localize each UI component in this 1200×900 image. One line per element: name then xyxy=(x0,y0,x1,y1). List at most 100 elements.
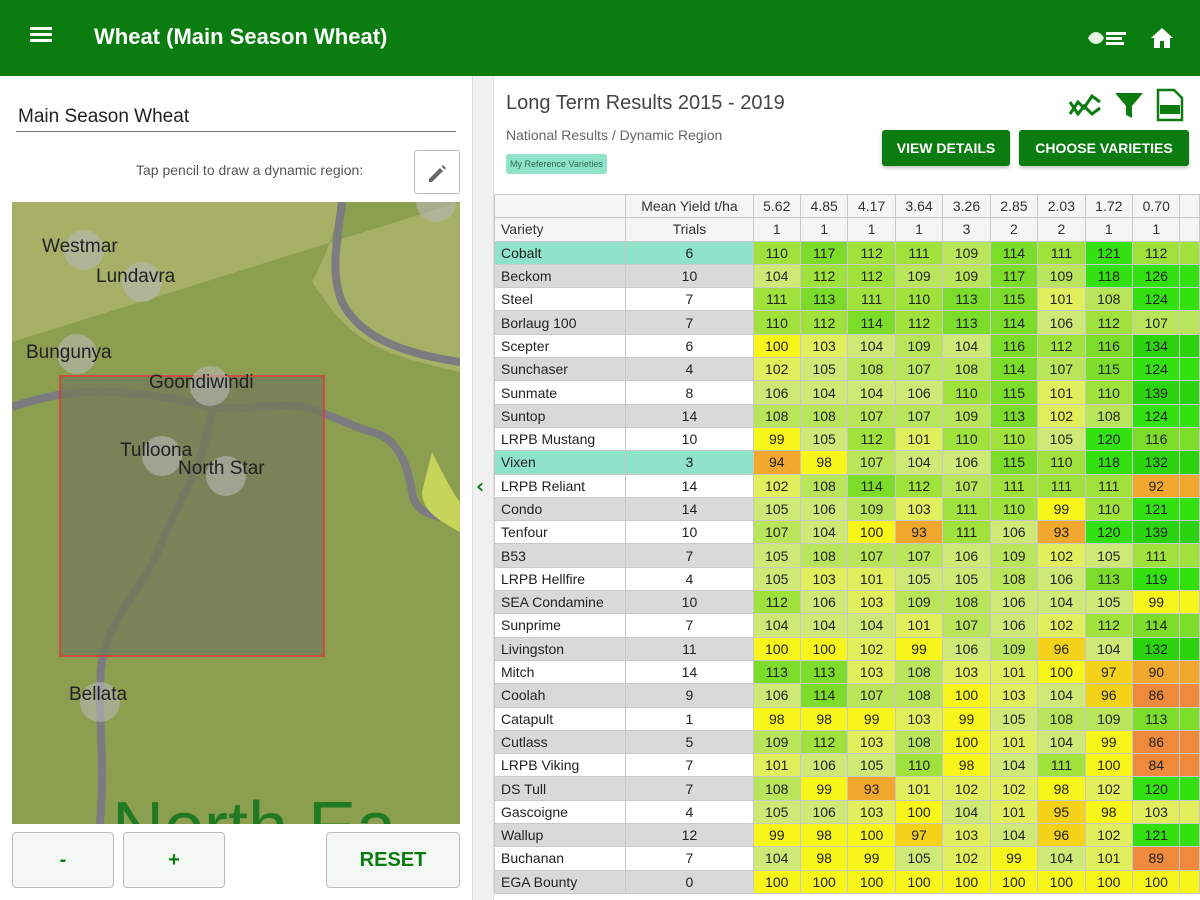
yield-cell: 99 xyxy=(942,706,991,731)
table-row[interactable]: EGA Bounty 0 100 100 100 100 100 100 100 100 100 xyxy=(494,869,1200,894)
region-map[interactable]: Westmar Lundavra Bungunya Goondiwindi Tu… xyxy=(12,202,460,824)
variety-name[interactable]: EGA Bounty xyxy=(494,869,627,894)
variety-name[interactable]: Vixen xyxy=(494,450,627,475)
chevron-left-icon[interactable]: ‹ xyxy=(476,474,484,498)
table-row[interactable]: LRPB Viking 7 101 106 105 110 98 104 111 100 84 xyxy=(494,753,1200,778)
yield-cell: 100 xyxy=(752,333,801,359)
variety-name[interactable]: Livingston xyxy=(494,636,627,661)
yield-cell: 108 xyxy=(752,403,801,428)
variety-name[interactable]: B53 xyxy=(494,543,627,568)
yield-cell: 109 xyxy=(942,403,991,428)
variety-name[interactable]: Suntop xyxy=(494,403,627,428)
home-icon[interactable] xyxy=(1150,27,1174,49)
table-row[interactable]: Wallup 12 99 98 100 97 103 104 96 102 121 xyxy=(494,823,1200,848)
table-row[interactable]: Suntop 14 108 108 107 107 109 113 102 108 124 xyxy=(494,403,1200,428)
table-row[interactable]: Tenfour 10 107 104 100 93 111 106 93 120 139 xyxy=(494,520,1200,545)
variety-name[interactable]: DS Tull xyxy=(494,776,627,801)
variety-name[interactable]: Scepter xyxy=(494,333,627,359)
overflow-cell xyxy=(1179,473,1200,498)
variety-name[interactable]: Borlaug 100 xyxy=(494,310,627,335)
trials-header[interactable]: Trials xyxy=(625,217,754,242)
variety-name[interactable]: Tenfour xyxy=(494,520,627,545)
table-row[interactable]: LRPB Reliant 14 102 108 114 112 107 111 111 111 92 xyxy=(494,473,1200,498)
filter-icon[interactable] xyxy=(1112,88,1146,122)
mean-yield-header-row: Mean Yield t/ha 5.62 4.85 4.17 3.64 3.26… xyxy=(494,193,1200,219)
variety-name[interactable]: LRPB Reliant xyxy=(494,473,627,498)
table-row[interactable]: SEA Condamine 10 112 106 103 109 108 106 104 105 9… xyxy=(494,590,1200,615)
table-row[interactable]: Buchanan 7 104 98 99 105 102 99 104 101 89 xyxy=(494,846,1200,871)
region-name-input[interactable] xyxy=(16,102,456,132)
trend-chart-icon[interactable] xyxy=(1068,88,1102,122)
table-row[interactable]: DS Tull 7 108 99 93 101 102 102 98 102 120 xyxy=(494,776,1200,801)
table-row[interactable]: Beckom 10 104 112 112 109 109 117 109 118 126 xyxy=(494,263,1200,289)
variety-name[interactable]: Cobalt xyxy=(494,240,627,265)
trials-count: 10 xyxy=(625,590,754,615)
table-row[interactable]: Vixen 3 94 98 107 104 106 115 110 118 132 xyxy=(494,450,1200,475)
table-row[interactable]: B53 7 105 108 107 107 106 109 102 105 111 xyxy=(494,543,1200,568)
variety-name[interactable]: Catapult xyxy=(494,706,627,731)
variety-name[interactable]: Buchanan xyxy=(494,846,627,871)
yield-cell: 121 xyxy=(1132,496,1181,522)
yield-cell: 100 xyxy=(942,869,991,894)
variety-name[interactable]: Sunprime xyxy=(494,613,627,638)
yield-cell: 102 xyxy=(752,357,801,382)
table-row[interactable]: Mitch 14 113 113 103 108 103 101 100 97 90 xyxy=(494,659,1200,685)
table-row[interactable]: Borlaug 100 7 110 112 114 112 113 114 106 112 107 xyxy=(494,310,1200,335)
variety-name[interactable]: LRPB Hellfire xyxy=(494,566,627,592)
variety-name[interactable]: Sunchaser xyxy=(494,357,627,382)
zoom-in-button[interactable]: + xyxy=(123,832,225,888)
variety-name[interactable]: Beckom xyxy=(494,263,627,289)
variety-name[interactable]: LRPB Mustang xyxy=(494,426,627,452)
yield-cell: 108 xyxy=(1084,403,1134,428)
overflow-cell xyxy=(1179,403,1200,428)
variety-name[interactable]: Mitch xyxy=(494,659,627,685)
panel-divider[interactable]: ‹ xyxy=(472,76,494,900)
table-row[interactable]: Steel 7 111 113 111 110 113 115 101 108 124 xyxy=(494,287,1200,312)
variety-name[interactable]: Gascoigne xyxy=(494,799,627,825)
variety-name[interactable]: LRPB Viking xyxy=(494,753,627,778)
variety-name[interactable]: Coolah xyxy=(494,683,627,708)
table-row[interactable]: Livingston 11 100 100 102 99 106 109 96 104 132 xyxy=(494,636,1200,661)
table-row[interactable]: Catapult 1 98 98 99 103 99 105 108 109 113 xyxy=(494,706,1200,731)
pdf-icon[interactable] xyxy=(1152,88,1186,122)
yield-cell: 100 xyxy=(1084,869,1134,894)
yield-cell: 100 xyxy=(799,636,849,661)
overflow-cell xyxy=(1179,310,1200,335)
zoom-out-button[interactable]: - xyxy=(12,832,114,888)
draw-region-button[interactable] xyxy=(414,150,460,194)
variety-header[interactable]: Variety xyxy=(494,217,627,242)
yield-cell: 111 xyxy=(894,240,944,265)
table-row[interactable]: Sunmate 8 106 104 104 106 110 115 101 110 139 xyxy=(494,380,1200,405)
table-row[interactable]: LRPB Mustang 10 99 105 112 101 110 110 105 120 116 xyxy=(494,426,1200,452)
table-row[interactable]: Condo 14 105 106 109 103 111 110 99 110 121 xyxy=(494,496,1200,522)
yield-cell: 103 xyxy=(989,683,1039,708)
yield-cell: 116 xyxy=(1132,426,1181,452)
variety-name[interactable]: Steel xyxy=(494,287,627,312)
table-row[interactable]: Cobalt 6 110 117 112 111 109 114 111 121 112 xyxy=(494,240,1200,265)
yield-cell: 96 xyxy=(1037,823,1086,848)
variety-name[interactable]: Wallup xyxy=(494,823,627,848)
yield-cell: 107 xyxy=(847,450,896,475)
table-row[interactable]: Sunchaser 4 102 105 108 107 108 114 107 115 124 xyxy=(494,357,1200,382)
yield-cell: 109 xyxy=(894,590,944,615)
table-row[interactable]: Sunprime 7 104 104 104 101 107 106 102 112 114 xyxy=(494,613,1200,638)
overflow-cell xyxy=(1179,776,1200,801)
table-row[interactable]: Coolah 9 106 114 107 108 100 103 104 96 86 xyxy=(494,683,1200,708)
yield-cell: 106 xyxy=(799,753,849,778)
variety-name[interactable]: Sunmate xyxy=(494,380,627,405)
pencil-icon xyxy=(429,165,446,182)
choose-varieties-button[interactable]: CHOOSE VARIETIES xyxy=(1019,130,1189,166)
drawn-region[interactable] xyxy=(59,375,325,657)
table-row[interactable]: Scepter 6 100 103 104 109 104 116 112 116 134 xyxy=(494,333,1200,359)
menu-icon[interactable] xyxy=(28,24,58,50)
view-details-button[interactable]: VIEW DETAILS xyxy=(882,130,1010,166)
yield-cell: 139 xyxy=(1132,520,1181,545)
table-row[interactable]: Gascoigne 4 105 106 103 100 104 101 95 98 103 xyxy=(494,799,1200,825)
variety-name[interactable]: SEA Condamine xyxy=(494,590,627,615)
table-row[interactable]: LRPB Hellfire 4 105 103 101 105 105 108 106 113 11… xyxy=(494,566,1200,592)
reset-button[interactable]: RESET xyxy=(326,832,460,888)
variety-name[interactable]: Condo xyxy=(494,496,627,522)
variety-name[interactable]: Cutlass xyxy=(494,729,627,755)
yield-cell: 109 xyxy=(1037,263,1086,289)
table-row[interactable]: Cutlass 5 109 112 103 108 100 101 104 99 86 xyxy=(494,729,1200,755)
